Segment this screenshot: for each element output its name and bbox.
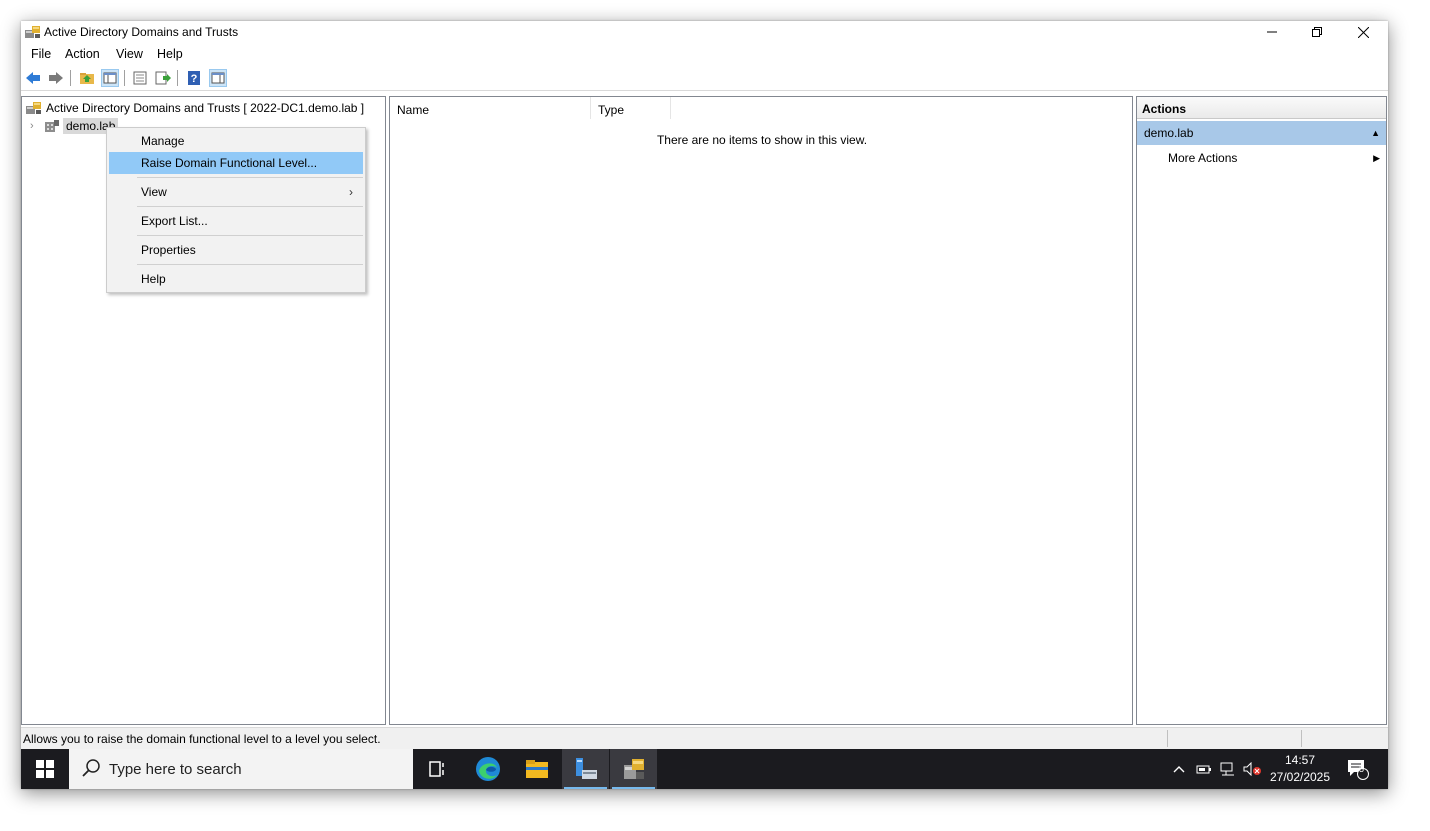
ctx-view[interactable]: View ›	[109, 181, 363, 203]
back-icon[interactable]	[24, 69, 42, 87]
ad-domains-trusts-icon	[623, 759, 644, 779]
status-text: Allows you to raise the domain functiona…	[23, 732, 381, 746]
toolbar-separator	[70, 70, 71, 86]
domain-icon	[45, 120, 59, 132]
minimize-icon	[1267, 31, 1277, 33]
menu-bar: File Action View Help	[21, 44, 1388, 64]
properties-icon[interactable]	[131, 69, 149, 87]
edge-button[interactable]	[464, 749, 511, 789]
notification-icon	[1348, 760, 1369, 780]
results-pane: Name Type There are no items to show in …	[389, 96, 1133, 725]
minimize-button[interactable]	[1249, 21, 1295, 43]
actions-group-demo-lab[interactable]: demo.lab ▲	[1137, 121, 1386, 145]
export-list-icon[interactable]	[154, 69, 172, 87]
battery-plug-icon	[1196, 765, 1211, 774]
title-bar: Active Directory Domains and Trusts	[21, 21, 1388, 43]
menu-file[interactable]: File	[31, 47, 51, 61]
ad-domains-trusts-taskbar-button[interactable]	[610, 749, 657, 789]
restore-button[interactable]	[1294, 21, 1340, 43]
menu-help[interactable]: Help	[157, 47, 183, 61]
tray-network[interactable]	[1220, 749, 1236, 789]
column-header-name[interactable]: Name	[390, 97, 591, 119]
ctx-properties-label: Properties	[141, 243, 196, 257]
file-explorer-icon	[525, 760, 548, 778]
start-button[interactable]	[21, 749, 69, 789]
search-icon	[82, 759, 100, 777]
restore-icon	[1312, 27, 1322, 37]
toolbar-separator	[124, 70, 125, 86]
running-indicator	[612, 787, 655, 789]
status-bar: Allows you to raise the domain functiona…	[21, 727, 1388, 749]
menu-separator	[137, 264, 363, 265]
forward-icon[interactable]	[47, 69, 65, 87]
ad-domains-trusts-icon	[26, 102, 41, 114]
network-icon	[1220, 762, 1234, 776]
ctx-manage-label: Manage	[141, 134, 185, 148]
clock-date: 27/02/2025	[1269, 770, 1331, 784]
taskbar: Type here to search 14:57 27/02/2025 5	[21, 749, 1388, 789]
collapse-triangle-icon[interactable]: ▲	[1371, 121, 1380, 145]
actions-pane: Actions demo.lab ▲ More Actions ▶	[1136, 96, 1387, 725]
actions-group-label: demo.lab	[1144, 126, 1194, 140]
tree-root-node[interactable]: Active Directory Domains and Trusts [ 20…	[26, 99, 364, 117]
menu-separator	[137, 235, 363, 236]
windows-logo-icon	[36, 760, 54, 778]
ctx-help-label: Help	[141, 272, 166, 286]
tray-battery[interactable]	[1196, 749, 1212, 789]
show-hidden-icons-button[interactable]	[1173, 749, 1185, 789]
close-button[interactable]	[1340, 21, 1386, 43]
ctx-properties[interactable]: Properties	[109, 239, 363, 261]
toolbar: ?	[21, 66, 1388, 91]
ctx-view-label: View	[141, 185, 167, 199]
svg-text:?: ?	[191, 73, 198, 85]
chevron-up-icon	[1173, 766, 1185, 773]
actions-header: Actions	[1137, 97, 1386, 119]
app-window: Active Directory Domains and Trusts File…	[21, 21, 1388, 789]
ctx-help[interactable]: Help	[109, 268, 363, 290]
submenu-chevron-icon: ›	[349, 185, 353, 199]
task-view-button[interactable]	[414, 749, 461, 789]
submenu-triangle-icon: ▶	[1373, 153, 1380, 163]
server-manager-button[interactable]	[562, 749, 609, 789]
ctx-manage[interactable]: Manage	[109, 130, 363, 152]
show-hide-console-tree-icon[interactable]	[101, 69, 119, 87]
menu-action[interactable]: Action	[65, 47, 100, 61]
window-title: Active Directory Domains and Trusts	[44, 25, 239, 39]
ctx-export-list[interactable]: Export List...	[109, 210, 363, 232]
tray-volume[interactable]	[1243, 749, 1261, 789]
show-hide-action-pane-icon[interactable]	[209, 69, 227, 87]
ad-domains-trusts-icon	[25, 26, 40, 38]
volume-muted-icon	[1243, 762, 1261, 776]
notification-count-badge: 5	[1359, 764, 1365, 774]
expand-chevron-icon[interactable]: ›	[30, 120, 40, 132]
file-explorer-button[interactable]	[513, 749, 560, 789]
more-actions-label: More Actions	[1168, 151, 1238, 165]
menu-separator	[137, 177, 363, 178]
toolbar-separator	[177, 70, 178, 86]
taskbar-search-box[interactable]: Type here to search	[69, 749, 413, 789]
context-menu: Manage Raise Domain Functional Level... …	[106, 127, 366, 293]
task-view-icon	[428, 761, 444, 777]
edge-icon	[475, 757, 500, 781]
tree-root-label: Active Directory Domains and Trusts [ 20…	[46, 101, 365, 115]
taskbar-clock[interactable]: 14:57 27/02/2025	[1267, 752, 1333, 786]
more-actions-item[interactable]: More Actions ▶	[1137, 147, 1386, 169]
menu-separator	[137, 206, 363, 207]
column-header-type[interactable]: Type	[591, 97, 671, 119]
help-icon[interactable]: ?	[185, 69, 203, 87]
server-manager-icon	[575, 758, 597, 779]
ctx-export-label: Export List...	[141, 214, 208, 228]
ctx-raise-label: Raise Domain Functional Level...	[141, 156, 318, 170]
ctx-raise-domain-functional-level[interactable]: Raise Domain Functional Level...	[109, 152, 363, 174]
empty-list-message: There are no items to show in this view.	[656, 133, 868, 147]
up-folder-icon[interactable]	[78, 69, 96, 87]
search-placeholder: Type here to search	[109, 761, 242, 778]
notification-center-button[interactable]: 5	[1346, 749, 1370, 789]
close-icon	[1357, 26, 1369, 38]
menu-view[interactable]: View	[116, 47, 143, 61]
status-divider	[1301, 730, 1302, 747]
running-indicator	[564, 787, 607, 789]
status-divider	[1167, 730, 1168, 747]
clock-time: 14:57	[1284, 753, 1316, 767]
